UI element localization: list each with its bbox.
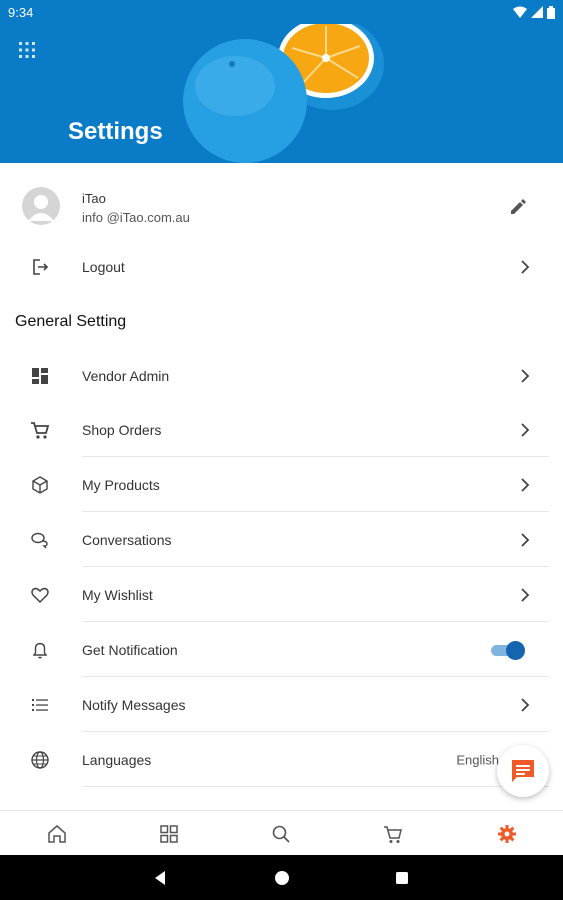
- battery-icon: [547, 5, 555, 19]
- chevron-right-icon: [521, 587, 530, 602]
- divider: [82, 786, 549, 787]
- pencil-icon[interactable]: [508, 197, 528, 217]
- chat-bubbles-icon: [31, 532, 48, 548]
- back-icon[interactable]: [151, 869, 169, 887]
- settings-list: iTao info @iTao.com.au Logout General Se…: [0, 163, 563, 810]
- dashboard-icon: [32, 368, 48, 384]
- logout-row[interactable]: Logout: [0, 251, 563, 283]
- notification-toggle[interactable]: [491, 640, 525, 660]
- cart-icon: [31, 422, 50, 439]
- message-icon: [512, 760, 534, 782]
- user-avatar-icon: [28, 195, 54, 221]
- chevron-right-icon: [521, 532, 530, 547]
- globe-icon: [31, 750, 49, 769]
- box-icon: [32, 475, 48, 494]
- status-icons: [513, 5, 555, 19]
- grid-menu-icon[interactable]: [17, 40, 37, 60]
- status-bar: 9:34: [0, 0, 563, 24]
- menu-item-get-notification: Get Notification: [0, 622, 563, 677]
- menu-label: Notify Messages: [82, 696, 186, 713]
- settings-gear-icon[interactable]: [496, 823, 518, 845]
- search-icon[interactable]: [270, 823, 292, 845]
- menu-label: Shop Orders: [82, 422, 162, 438]
- section-title: General Setting: [15, 313, 127, 330]
- menu-label: Conversations: [82, 531, 172, 548]
- menu-item-my-wishlist[interactable]: My Wishlist: [0, 567, 563, 622]
- home-icon[interactable]: [46, 823, 68, 845]
- orange-banner-image: [183, 18, 384, 163]
- profile-name: iTao: [82, 191, 106, 206]
- profile-email: info @iTao.com.au: [82, 210, 190, 225]
- menu-label: My Wishlist: [82, 586, 153, 603]
- profile-row[interactable]: iTao info @iTao.com.au: [0, 163, 563, 251]
- chevron-right-icon: [521, 697, 530, 712]
- chat-fab-button[interactable]: [497, 745, 549, 797]
- avatar: [22, 187, 60, 225]
- menu-item-vendor-admin[interactable]: Vendor Admin: [0, 349, 563, 403]
- chevron-right-icon: [521, 423, 530, 437]
- logout-icon: [33, 259, 49, 275]
- header-banner: Settings: [0, 0, 563, 163]
- menu-item-conversations[interactable]: Conversations: [0, 512, 563, 567]
- page-title: Settings: [68, 118, 163, 145]
- menu-label: Languages: [82, 751, 152, 768]
- menu-item-notify-messages[interactable]: Notify Messages: [0, 677, 563, 732]
- cart-icon[interactable]: [382, 823, 404, 845]
- menu-label: Vendor Admin: [82, 368, 170, 384]
- list-icon: [32, 698, 48, 711]
- home-circle-icon[interactable]: [273, 869, 291, 887]
- general-setting-header: General Setting: [0, 289, 563, 349]
- toggle-knob: [506, 640, 525, 660]
- menu-label: Get Notification: [82, 641, 178, 658]
- chevron-right-icon: [521, 477, 530, 492]
- system-navigation-bar: [0, 855, 563, 900]
- bottom-navigation: [0, 810, 563, 855]
- signal-icon: [531, 6, 543, 18]
- recents-icon[interactable]: [393, 869, 411, 887]
- heart-icon: [31, 587, 49, 603]
- bell-icon: [32, 642, 48, 658]
- menu-label: My Products: [82, 476, 160, 493]
- chevron-right-icon: [521, 369, 530, 383]
- status-time: 9:34: [8, 4, 34, 20]
- menu-item-languages[interactable]: Languages English: [0, 732, 563, 787]
- menu-item-my-products[interactable]: My Products: [0, 457, 563, 512]
- logout-label: Logout: [82, 259, 125, 275]
- categories-icon[interactable]: [158, 823, 180, 845]
- wifi-icon: [513, 6, 527, 18]
- language-value: English: [456, 752, 499, 767]
- chevron-right-icon: [521, 260, 530, 274]
- menu-item-shop-orders[interactable]: Shop Orders: [0, 403, 563, 457]
